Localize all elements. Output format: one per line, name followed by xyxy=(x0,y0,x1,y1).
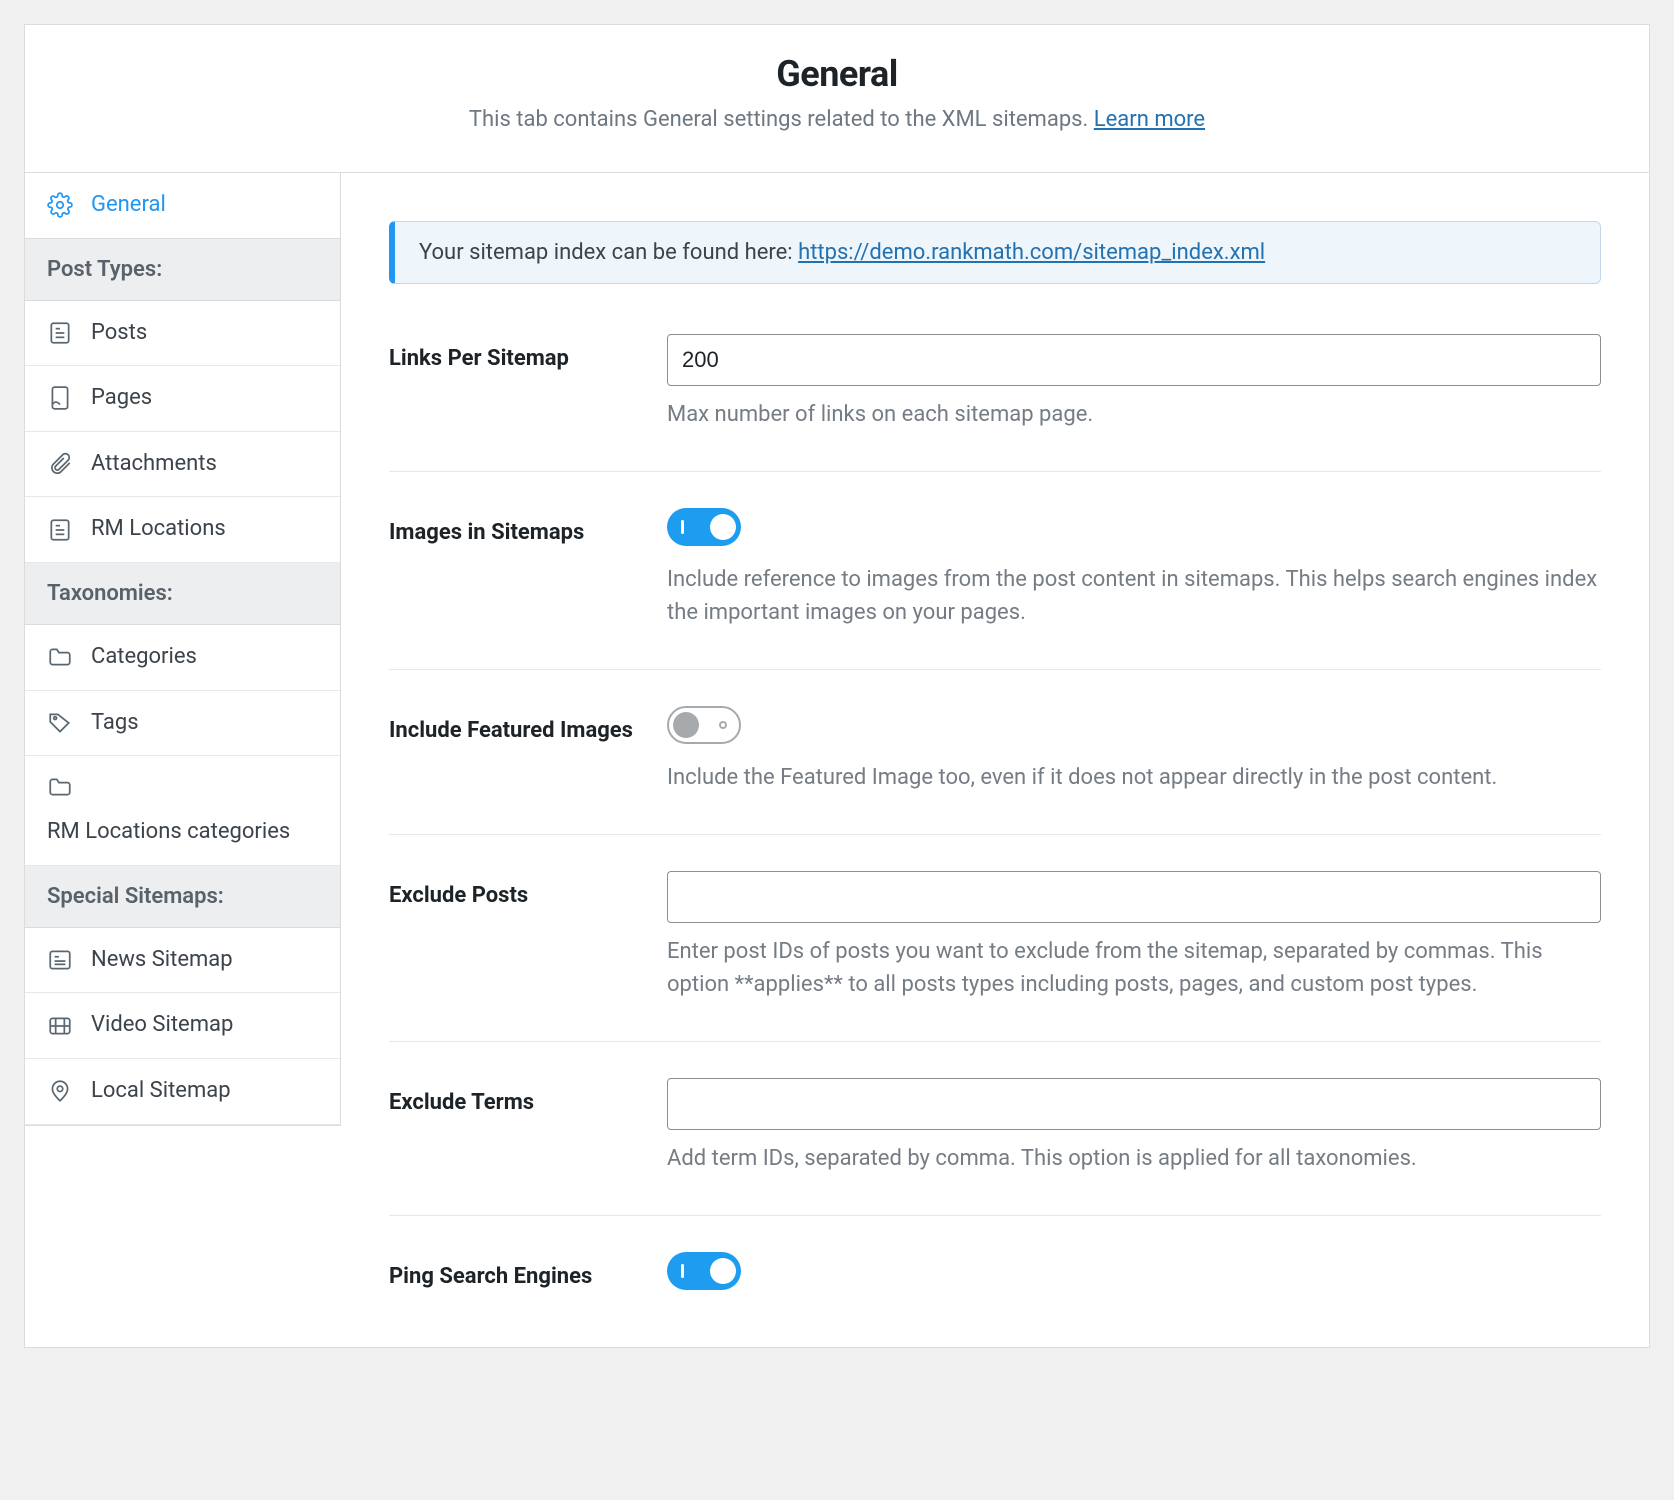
sitemap-url-notice: Your sitemap index can be found here: ht… xyxy=(389,221,1601,284)
settings-content: Your sitemap index can be found here: ht… xyxy=(341,173,1649,1347)
field-exclude-posts: Exclude Posts Enter post IDs of posts yo… xyxy=(389,871,1601,1042)
field-help: Enter post IDs of posts you want to excl… xyxy=(667,935,1601,1001)
page-icon xyxy=(47,385,73,411)
sidebar-section-special: Special Sitemaps: xyxy=(25,866,340,928)
sidebar-item-label: Video Sitemap xyxy=(91,1011,233,1040)
links-per-sitemap-input[interactable] xyxy=(667,334,1601,386)
sidebar-item-label: Pages xyxy=(91,384,152,413)
field-label: Exclude Terms xyxy=(389,1078,647,1115)
panel-header: General This tab contains General settin… xyxy=(25,25,1649,173)
attachment-icon xyxy=(47,451,73,477)
sidebar-item-label: Attachments xyxy=(91,450,217,479)
exclude-posts-input[interactable] xyxy=(667,871,1601,923)
sidebar-item-label: Local Sitemap xyxy=(91,1077,231,1106)
news-icon xyxy=(47,947,73,973)
sidebar-item-tags[interactable]: Tags xyxy=(25,691,340,757)
sidebar-item-general[interactable]: General xyxy=(25,173,340,239)
sidebar-item-attachments[interactable]: Attachments xyxy=(25,432,340,498)
post-icon xyxy=(47,320,73,346)
field-help: Max number of links on each sitemap page… xyxy=(667,398,1601,431)
sidebar-item-rm-locations[interactable]: RM Locations xyxy=(25,497,340,563)
ping-search-engines-toggle[interactable] xyxy=(667,1252,741,1290)
field-ping-search-engines: Ping Search Engines xyxy=(389,1252,1601,1335)
images-in-sitemaps-toggle[interactable] xyxy=(667,508,741,546)
sitemap-index-link[interactable]: https://demo.rankmath.com/sitemap_index.… xyxy=(798,240,1265,265)
field-help: Include the Featured Image too, even if … xyxy=(667,761,1601,794)
field-label: Links Per Sitemap xyxy=(389,334,647,371)
sidebar-item-label: RM Locations categories xyxy=(47,818,290,847)
sidebar-item-label: News Sitemap xyxy=(91,946,233,975)
field-links-per-sitemap: Links Per Sitemap Max number of links on… xyxy=(389,334,1601,472)
field-label: Exclude Posts xyxy=(389,871,647,908)
pin-icon xyxy=(47,1078,73,1104)
page-subtitle: This tab contains General settings relat… xyxy=(65,107,1609,132)
sidebar-item-local-sitemap[interactable]: Local Sitemap xyxy=(25,1059,340,1125)
sidebar-item-label: Categories xyxy=(91,643,197,672)
field-label: Images in Sitemaps xyxy=(389,508,647,545)
gear-icon xyxy=(47,192,73,218)
sidebar-item-label: RM Locations xyxy=(91,515,226,544)
page-title: General xyxy=(65,53,1609,95)
field-label: Ping Search Engines xyxy=(389,1252,647,1289)
learn-more-link[interactable]: Learn more xyxy=(1094,107,1205,132)
sidebar-section-taxonomies: Taxonomies: xyxy=(25,563,340,625)
sidebar-item-pages[interactable]: Pages xyxy=(25,366,340,432)
sidebar-item-categories[interactable]: Categories xyxy=(25,625,340,691)
field-help: Include reference to images from the pos… xyxy=(667,563,1601,629)
field-include-featured-images: Include Featured Images Include the Feat… xyxy=(389,706,1601,835)
sidebar-item-label: General xyxy=(91,191,166,220)
sidebar-item-video-sitemap[interactable]: Video Sitemap xyxy=(25,993,340,1059)
sidebar-item-posts[interactable]: Posts xyxy=(25,301,340,367)
sidebar-item-rm-locations-categories[interactable]: RM Locations categories xyxy=(25,756,340,866)
exclude-terms-input[interactable] xyxy=(667,1078,1601,1130)
include-featured-images-toggle[interactable] xyxy=(667,706,741,744)
field-help: Add term IDs, separated by comma. This o… xyxy=(667,1142,1601,1175)
video-icon xyxy=(47,1013,73,1039)
folder-icon xyxy=(47,774,73,800)
sidebar-item-news-sitemap[interactable]: News Sitemap xyxy=(25,928,340,994)
sidebar-section-post-types: Post Types: xyxy=(25,239,340,301)
settings-panel: General This tab contains General settin… xyxy=(24,24,1650,1348)
post-icon xyxy=(47,517,73,543)
field-label: Include Featured Images xyxy=(389,706,647,743)
sidebar: General Post Types: Posts Pages Attachme… xyxy=(25,173,341,1126)
sidebar-item-label: Tags xyxy=(91,709,139,738)
sidebar-item-label: Posts xyxy=(91,319,147,348)
tag-icon xyxy=(47,710,73,736)
field-exclude-terms: Exclude Terms Add term IDs, separated by… xyxy=(389,1078,1601,1216)
folder-icon xyxy=(47,644,73,670)
field-images-in-sitemaps: Images in Sitemaps Include reference to … xyxy=(389,508,1601,670)
